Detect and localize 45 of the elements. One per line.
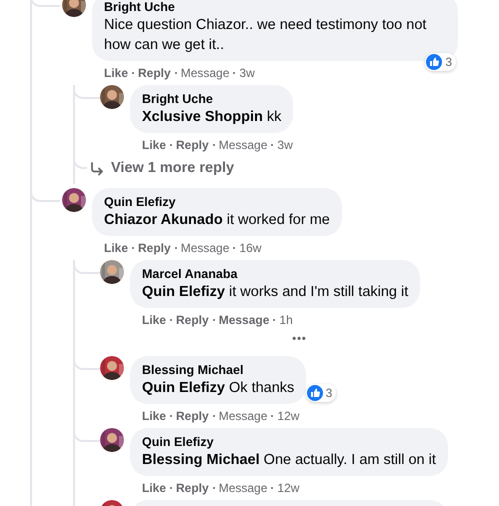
action-link[interactable]: Like: [142, 408, 166, 424]
reaction-badge[interactable]: 3: [425, 53, 456, 71]
view-more-replies-link[interactable]: View 1 more reply: [89, 159, 234, 178]
action-link[interactable]: Like: [104, 65, 128, 81]
action-link[interactable]: Like: [142, 480, 166, 496]
action-link[interactable]: Reply: [176, 312, 209, 328]
author-name[interactable]: Bright Uche: [142, 91, 282, 107]
author-name[interactable]: Blessing Michael: [142, 362, 294, 378]
reply-arrow-icon: [89, 162, 105, 176]
action-link[interactable]: Like: [142, 312, 166, 328]
author-name[interactable]: Bright Uche: [104, 0, 446, 15]
timestamp[interactable]: 3w: [239, 65, 255, 81]
more-replies-button[interactable]: •••: [288, 333, 311, 345]
action-link[interactable]: Message: [218, 480, 268, 496]
action-link[interactable]: Reply: [176, 480, 209, 496]
reaction-count: 3: [445, 55, 452, 69]
comment-text: Chiazor Akunado it worked for me: [104, 211, 330, 230]
timestamp[interactable]: 12w: [277, 408, 300, 424]
action-link[interactable]: Message: [218, 408, 268, 424]
action-link[interactable]: Reply: [138, 65, 171, 81]
author-name[interactable]: Quin Elefizy: [104, 194, 330, 210]
comment-text: Quin Elefizy Ok thanks: [142, 379, 294, 398]
action-link[interactable]: Message: [180, 65, 230, 81]
reaction-count: 3: [326, 386, 332, 400]
timestamp[interactable]: 1h: [279, 312, 293, 328]
action-link[interactable]: Like: [142, 137, 166, 153]
thumbs-up-icon: [306, 385, 323, 401]
timestamp[interactable]: 16w: [239, 240, 262, 256]
action-link[interactable]: Message: [218, 137, 268, 153]
action-link[interactable]: Like: [104, 240, 128, 256]
comment-text: Nice question Chiazor.. we need testimony too not how can we get it..: [104, 16, 428, 55]
action-link[interactable]: Message: [218, 312, 270, 328]
comment-text: Quin Elefizy it works and I'm still taking it: [142, 283, 408, 302]
action-link[interactable]: Message: [180, 240, 230, 256]
author-name[interactable]: Marcel Ananaba: [142, 266, 408, 282]
action-link[interactable]: Reply: [138, 240, 171, 256]
comment-text: Blessing Michael One actually. I am still on it: [142, 451, 436, 470]
timestamp[interactable]: 12w: [277, 480, 300, 496]
reaction-badge[interactable]: 3: [306, 384, 336, 402]
thumbs-up-icon: [426, 54, 442, 70]
action-link[interactable]: Reply: [176, 137, 209, 153]
action-link[interactable]: Reply: [176, 408, 209, 424]
timestamp[interactable]: 3w: [277, 137, 293, 153]
author-name[interactable]: Quin Elefizy: [142, 434, 436, 450]
comment-text: Xclusive Shoppin kk: [142, 108, 282, 127]
